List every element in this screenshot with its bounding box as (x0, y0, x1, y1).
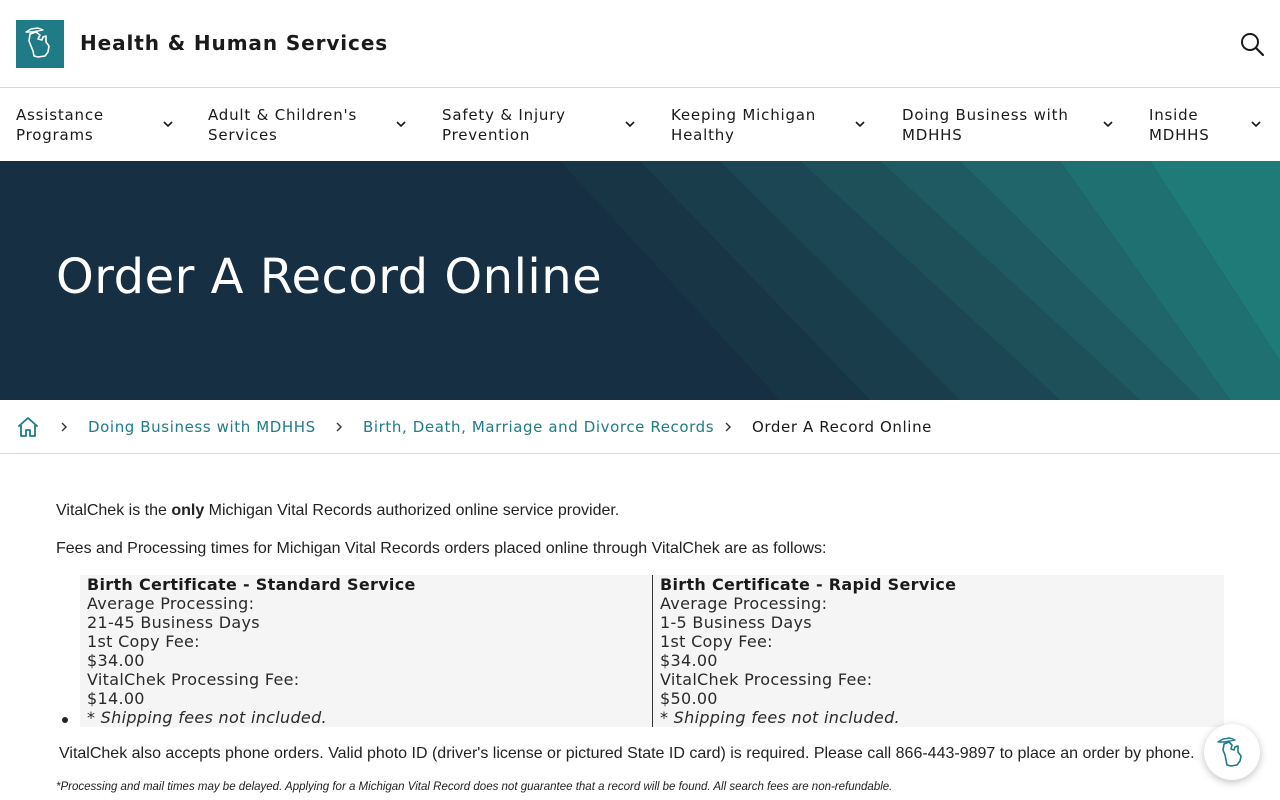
nav-item-label: Safety & Injury Prevention (442, 106, 566, 144)
nav-item-assistance-programs[interactable]: Assistance Programs (16, 89, 176, 161)
nav-item-adult-childrens-services[interactable]: Adult & Children's Services (208, 89, 410, 161)
rapid-service-column: Birth Certificate - Rapid Service Averag… (652, 575, 1224, 727)
chevron-right-icon (722, 420, 734, 434)
chevron-down-icon (1101, 117, 1115, 131)
breadcrumb: Doing Business with MDHHS Birth, Death, … (0, 400, 1280, 454)
site-title[interactable]: Health & Human Services (80, 31, 388, 55)
chevron-down-icon (1249, 117, 1263, 131)
rapid-service-heading: Birth Certificate - Rapid Service (660, 575, 957, 594)
michigan-state-icon[interactable] (16, 20, 64, 68)
nav-item-label: Assistance Programs (16, 106, 104, 144)
copy-fee-value: $34.00 (660, 651, 718, 670)
standard-service-column: Birth Certificate - Standard Service Ave… (80, 575, 652, 727)
fees-intro: Fees and Processing times for Michigan V… (56, 540, 827, 557)
shipping-note: * Shipping fees not included. (660, 708, 900, 727)
breadcrumb-link-doing-business[interactable]: Doing Business with MDHHS (88, 418, 316, 436)
nav-item-label: Inside MDHHS (1149, 106, 1210, 144)
intro-emphasis: only (171, 502, 205, 519)
standard-service-heading: Birth Certificate - Standard Service (87, 575, 416, 594)
nav-item-label: Adult & Children's Services (208, 106, 358, 144)
chevron-right-icon (333, 420, 345, 434)
processing-fee-label: VitalChek Processing Fee: (660, 670, 873, 689)
shipping-note: * Shipping fees not included. (87, 708, 327, 727)
nav-item-inside-mdhhs[interactable]: Inside MDHHS (1149, 89, 1267, 161)
chevron-down-icon (394, 117, 408, 131)
home-icon[interactable] (16, 415, 40, 439)
nav-item-label: Doing Business with MDHHS (902, 106, 1069, 144)
list-bullet (62, 717, 68, 723)
nav-item-safety-injury-prevention[interactable]: Safety & Injury Prevention (442, 89, 638, 161)
copy-fee-label: 1st Copy Fee: (660, 632, 773, 651)
breadcrumb-current: Order A Record Online (752, 418, 933, 436)
processing-value: 1-5 Business Days (660, 613, 812, 632)
chevron-down-icon (853, 117, 867, 131)
chevron-down-icon (623, 117, 637, 131)
processing-value: 21-45 Business Days (87, 613, 260, 632)
processing-fee-value: $50.00 (660, 689, 718, 708)
copy-fee-label: 1st Copy Fee: (87, 632, 200, 651)
processing-label: Average Processing: (87, 594, 255, 613)
breadcrumb-link-records[interactable]: Birth, Death, Marriage and Divorce Recor… (363, 418, 714, 436)
nav-item-doing-business[interactable]: Doing Business with MDHHS (902, 89, 1118, 161)
page-title: Order A Record Online (56, 249, 603, 305)
site-header: Health & Human Services (0, 0, 1280, 88)
nav-item-keeping-michigan-healthy[interactable]: Keeping Michigan Healthy (671, 89, 869, 161)
processing-fee-value: $14.00 (87, 689, 145, 708)
michigan-chat-icon (1217, 737, 1242, 767)
nav-item-label: Keeping Michigan Healthy (671, 106, 817, 144)
chevron-down-icon (161, 117, 175, 131)
disclaimer-text: *Processing and mail times may be delaye… (56, 781, 893, 793)
main-nav: Assistance Programs Adult & Children's S… (0, 89, 1280, 161)
copy-fee-value: $34.00 (87, 651, 145, 670)
processing-label: Average Processing: (660, 594, 828, 613)
phone-orders-text: VitalChek also accepts phone orders. Val… (59, 745, 1195, 762)
chat-button[interactable] (1204, 724, 1260, 780)
intro-text: Michigan Vital Records authorized online… (204, 502, 620, 519)
hero-banner: Order A Record Online (0, 161, 1280, 400)
intro-paragraph: VitalChek is the only Michigan Vital Rec… (56, 502, 619, 520)
fee-table: Birth Certificate - Standard Service Ave… (80, 575, 1224, 727)
processing-fee-label: VitalChek Processing Fee: (87, 670, 300, 689)
intro-text: VitalChek is the (56, 502, 172, 519)
search-icon[interactable] (1238, 30, 1266, 58)
chevron-right-icon (58, 420, 70, 434)
